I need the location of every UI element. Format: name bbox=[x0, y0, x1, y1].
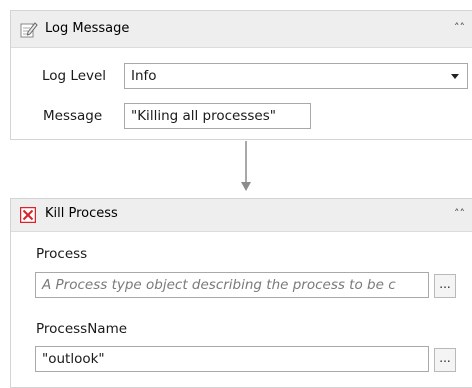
process-input[interactable]: A Process type object describing the pro… bbox=[35, 272, 429, 298]
collapse-icon[interactable]: ˄˄ bbox=[454, 207, 465, 220]
log-message-header[interactable]: Log Message ˄˄ bbox=[11, 11, 472, 48]
collapse-icon[interactable]: ˄˄ bbox=[454, 21, 465, 34]
kill-process-header[interactable]: Kill Process ˄˄ bbox=[11, 199, 472, 232]
kill-process-title: Kill Process bbox=[45, 206, 118, 221]
log-message-title: Log Message bbox=[45, 21, 130, 36]
message-label: Message bbox=[43, 108, 103, 124]
process-browse-button[interactable]: ... bbox=[434, 274, 456, 298]
message-input[interactable]: "Killing all processes" bbox=[124, 103, 311, 129]
process-name-input[interactable]: "outlook" bbox=[35, 346, 429, 372]
process-name-label: ProcessName bbox=[36, 321, 128, 337]
process-name-value: "outlook" bbox=[42, 351, 105, 367]
process-name-browse-button[interactable]: ... bbox=[434, 348, 456, 372]
kill-process-activity[interactable]: Kill Process ˄˄ Process A Process type o… bbox=[10, 198, 472, 388]
message-value: "Killing all processes" bbox=[131, 108, 276, 124]
process-placeholder: A Process type object describing the pro… bbox=[42, 277, 396, 293]
chevron-down-icon[interactable] bbox=[451, 74, 459, 79]
log-message-activity[interactable]: Log Message ˄˄ Log Level Info Message "K… bbox=[10, 10, 472, 140]
log-level-value: Info bbox=[131, 68, 157, 84]
kill-process-icon bbox=[20, 207, 36, 223]
log-level-label: Log Level bbox=[42, 68, 107, 84]
connector-arrow bbox=[241, 141, 251, 191]
log-message-icon bbox=[20, 22, 38, 38]
log-level-select[interactable]: Info bbox=[124, 63, 468, 89]
process-label: Process bbox=[36, 246, 88, 262]
